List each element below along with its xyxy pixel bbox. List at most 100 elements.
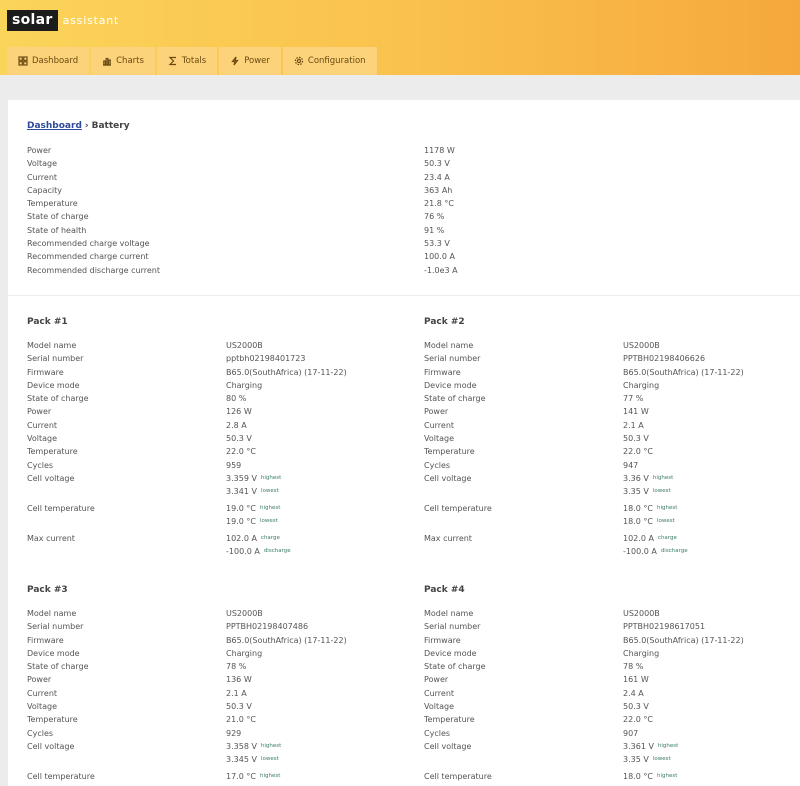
row-value: 22.0 °C [623, 715, 653, 725]
row-value: 929 [226, 728, 242, 738]
row-label: Serial number [424, 354, 481, 364]
row-label: Serial number [27, 622, 84, 632]
row-value: 19.0 °C lowest [226, 515, 278, 532]
row-value: 50.3 V [623, 702, 649, 712]
pack-row-max-current: Max current 102.0 Acharge [27, 532, 407, 545]
row-value: 3.345 Vlowest [226, 753, 279, 770]
gear-icon [294, 56, 304, 66]
nav-totals[interactable]: Totals [156, 47, 218, 75]
cell-temp-low: 18.0 °C [623, 517, 653, 527]
row-label: State of charge [27, 394, 89, 404]
top-header: solar assistant Dashboard Charts Totals … [0, 0, 800, 75]
pack-row-voltage: Voltage 50.3 V [27, 700, 407, 713]
row-label: Device mode [424, 380, 477, 390]
pack-row-soc: State of charge 77 % [424, 392, 800, 405]
nav-dashboard[interactable]: Dashboard [7, 47, 90, 75]
row-label: Serial number [424, 622, 481, 632]
highest-tag: highest [652, 474, 674, 481]
pack-row-serial: Serial number PPTBH02198617051 [424, 620, 800, 633]
row-label: Power [424, 407, 449, 417]
row-value: 102.0 Acharge [226, 532, 280, 545]
nav-power-label: Power [244, 56, 270, 66]
row-label: Voltage [424, 434, 455, 444]
row-label: Current [27, 688, 58, 698]
pack-4-card: Pack #4 Model name US2000B Serial number P… [424, 585, 800, 783]
battery-row: Current 23.4 A [27, 171, 458, 184]
nav-charts-label: Charts [116, 56, 144, 66]
row-label-empty [27, 753, 226, 770]
charge-tag: charge [657, 534, 677, 541]
battery-row: Voltage 50.3 V [27, 157, 458, 170]
breadcrumb-dashboard-link[interactable]: Dashboard [27, 121, 82, 131]
row-value: Charging [226, 380, 263, 390]
row-value: 3.358 Vhighest [226, 740, 281, 753]
pack-row-cell-voltage-low: 3.341 Vlowest [27, 485, 407, 502]
battery-label: Recommended charge voltage [27, 239, 150, 249]
pack-row-cell-voltage-low: 3.345 Vlowest [27, 753, 407, 770]
row-label: State of charge [27, 662, 89, 672]
row-value: 2.1 A [226, 688, 247, 698]
row-label: Temperature [27, 715, 78, 725]
row-label: Voltage [27, 434, 58, 444]
row-label-empty [424, 485, 623, 502]
pack-row-model: Model name US2000B [27, 607, 407, 620]
battery-label: Recommended charge current [27, 252, 149, 262]
logo-assistant: assistant [62, 14, 120, 27]
row-label: Current [424, 420, 455, 430]
pack-row-mode: Device mode Charging [424, 379, 800, 392]
cell-voltage-low: 3.35 V [623, 755, 649, 765]
cell-voltage-low: 3.341 V [226, 487, 257, 497]
nav-configuration[interactable]: Configuration [282, 47, 377, 75]
row-label: Current [27, 420, 58, 430]
row-value: 2.1 A [623, 420, 644, 430]
discharge-tag: discharge [263, 547, 291, 554]
row-value: 77 % [623, 394, 644, 404]
pack-row-current: Current 2.1 A [424, 419, 800, 432]
row-label: Cell temperature [27, 771, 95, 781]
pack-row-cycles: Cycles 929 [27, 727, 407, 740]
nav-charts[interactable]: Charts [91, 47, 155, 75]
row-value: 907 [623, 728, 639, 738]
highest-tag: highest [656, 772, 678, 779]
nav-configuration-label: Configuration [307, 56, 366, 66]
row-value: Charging [623, 380, 660, 390]
battery-label: Recommended discharge current [27, 265, 161, 275]
row-label: Cell temperature [424, 771, 492, 781]
pack-row-model: Model name US2000B [27, 339, 407, 352]
pack-row-voltage: Voltage 50.3 V [424, 432, 800, 445]
row-label: Model name [424, 341, 474, 350]
row-label: Model name [27, 609, 77, 618]
battery-label: Capacity [27, 185, 62, 195]
pack-row-soc: State of charge 78 % [27, 660, 407, 673]
row-value: 136 W [226, 675, 252, 685]
row-value: PPTBH02198406626 [623, 354, 706, 364]
row-value: 3.341 Vlowest [226, 485, 279, 502]
pack-row-cycles: Cycles 959 [27, 459, 407, 472]
row-value: 50.3 V [226, 434, 252, 444]
pack-title: Pack #3 [27, 585, 68, 595]
pack-row-cell-temperature-low: 18.0 °C lowest [424, 515, 800, 532]
row-value: 2.8 A [226, 420, 247, 430]
battery-label: Temperature [27, 199, 78, 209]
pack-row-voltage: Voltage 50.3 V [424, 700, 800, 713]
battery-label: Power [27, 146, 52, 155]
row-value: 50.3 V [226, 702, 252, 712]
row-value: 18.0 °C highest [623, 502, 677, 515]
max-discharge-current: -100.0 A [623, 547, 657, 557]
row-label-empty [424, 515, 623, 532]
row-value: 3.35 Vlowest [623, 753, 671, 770]
highest-tag: highest [260, 742, 282, 749]
row-label: Serial number [27, 354, 84, 364]
row-label: Current [424, 688, 455, 698]
row-value: 18.0 °C lowest [623, 515, 675, 532]
row-value: 3.36 Vhighest [623, 472, 673, 485]
row-label: Firmware [27, 367, 64, 377]
pack-row-voltage: Voltage 50.3 V [27, 432, 407, 445]
nav-power[interactable]: Power [219, 47, 281, 75]
row-label: Model name [27, 341, 77, 350]
row-value: US2000B [226, 609, 263, 618]
row-label: Cell voltage [27, 741, 75, 751]
solar-assistant-logo[interactable]: solar assistant [7, 10, 119, 31]
battery-value: 23.4 A [424, 172, 450, 182]
battery-row: State of charge 76 % [27, 210, 458, 223]
